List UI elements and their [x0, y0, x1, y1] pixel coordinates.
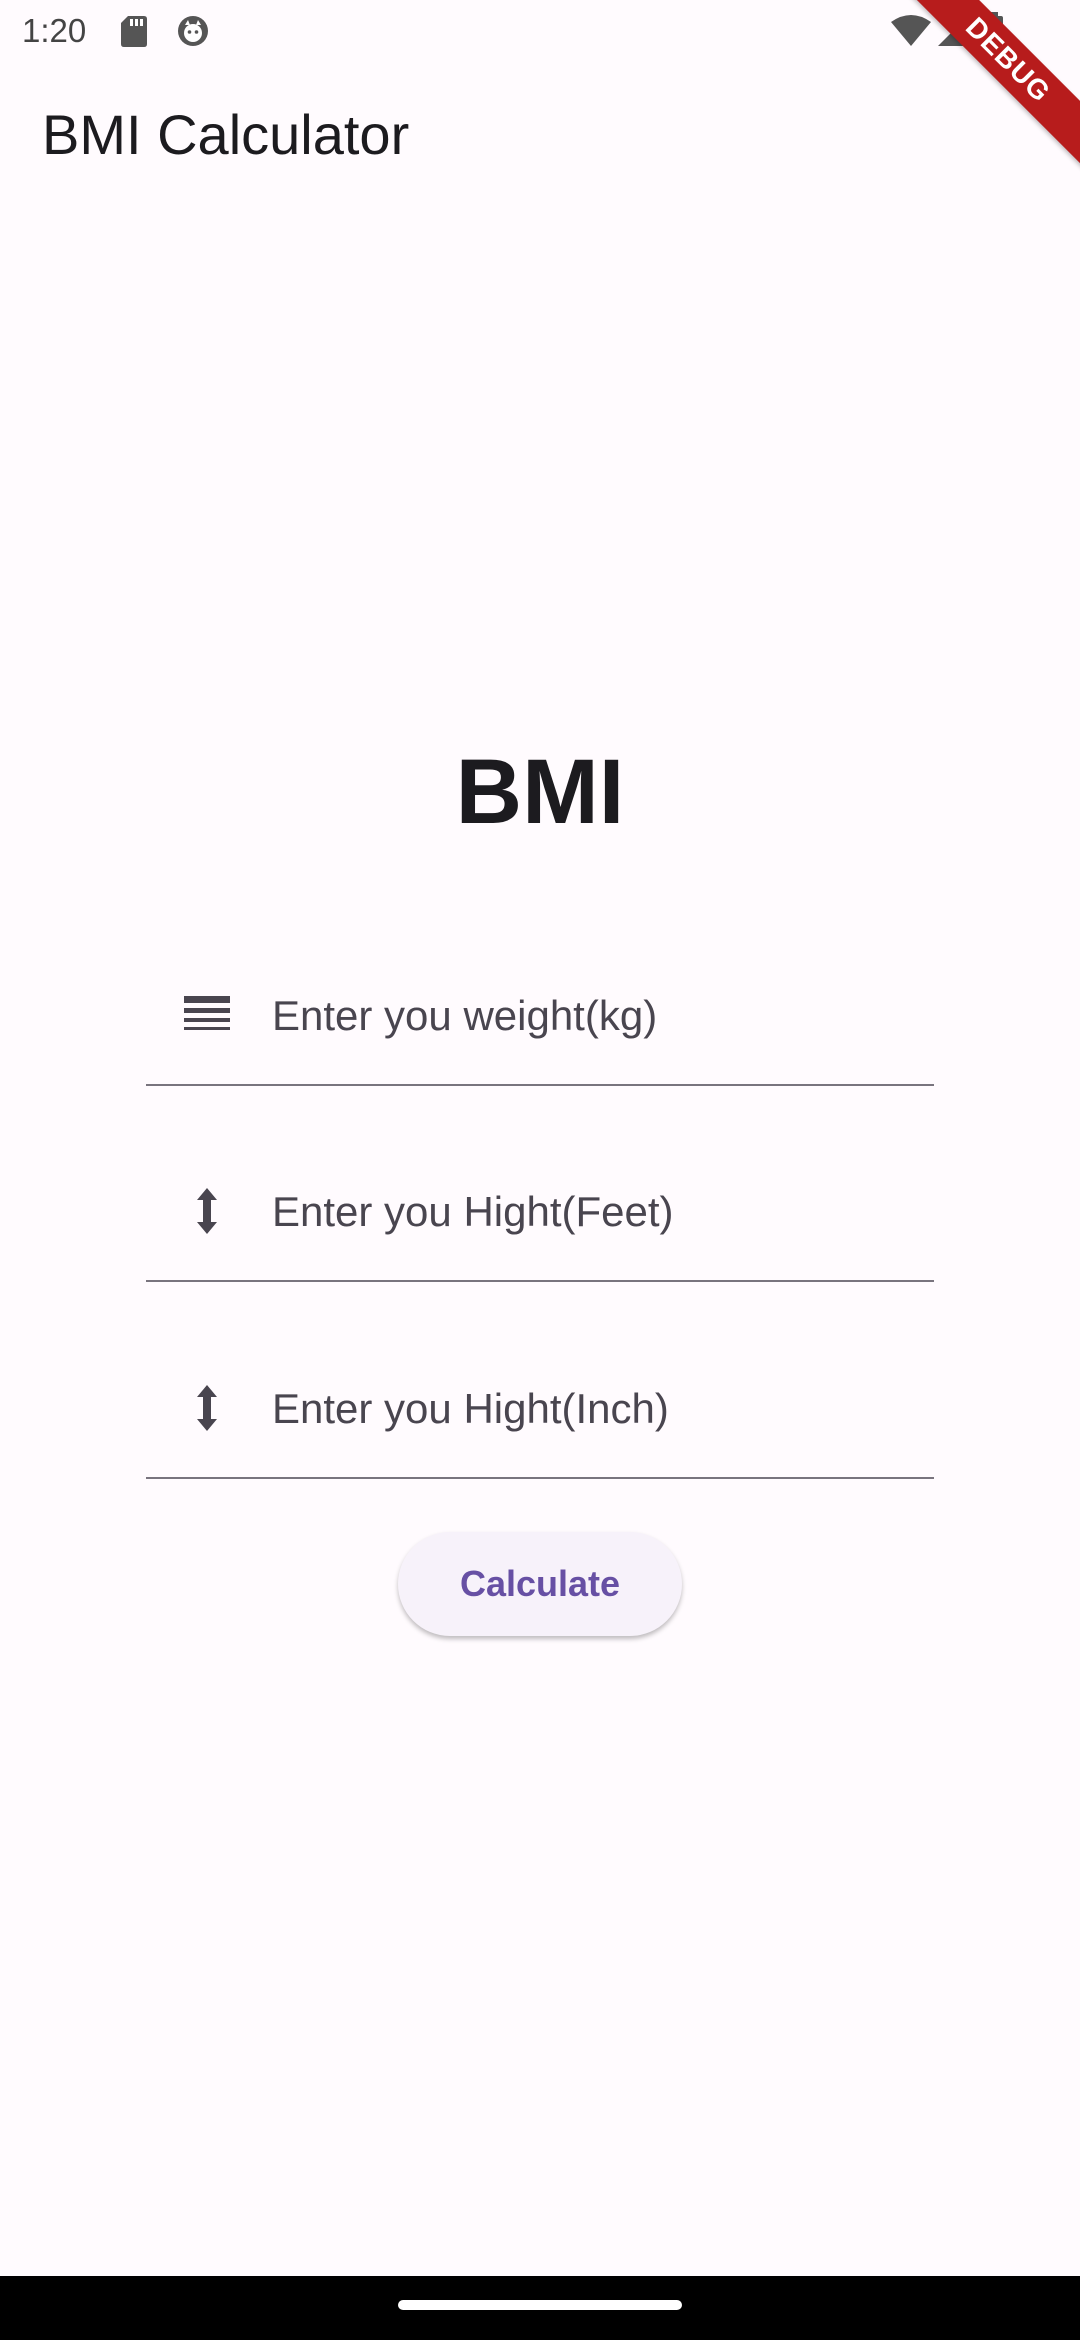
cat-icon — [176, 14, 210, 48]
calculate-button[interactable]: Calculate — [398, 1532, 682, 1636]
home-handle[interactable] — [398, 2300, 682, 2310]
wifi-icon — [890, 14, 932, 48]
screen: 1:20 DEBUG BMI Calculator BMI Enter you … — [0, 0, 1080, 2340]
height-arrow-icon — [182, 1186, 232, 1236]
status-time: 1:20 — [22, 12, 87, 49]
status-bar: 1:20 — [0, 0, 1080, 62]
weight-input[interactable] — [272, 976, 912, 1056]
app-title: BMI Calculator — [42, 103, 410, 166]
weight-field[interactable] — [146, 946, 934, 1086]
height-inch-field[interactable] — [146, 1339, 934, 1479]
navigation-bar — [0, 2276, 1080, 2340]
height-arrow-icon — [182, 1383, 232, 1433]
bmi-heading: BMI — [455, 741, 625, 843]
height-feet-field[interactable] — [146, 1142, 934, 1282]
line-weight-icon — [182, 990, 232, 1040]
height-feet-input[interactable] — [272, 1172, 912, 1252]
height-inch-input[interactable] — [272, 1369, 912, 1449]
app-bar: BMI Calculator — [0, 62, 1080, 210]
sd-card-icon — [120, 14, 148, 48]
